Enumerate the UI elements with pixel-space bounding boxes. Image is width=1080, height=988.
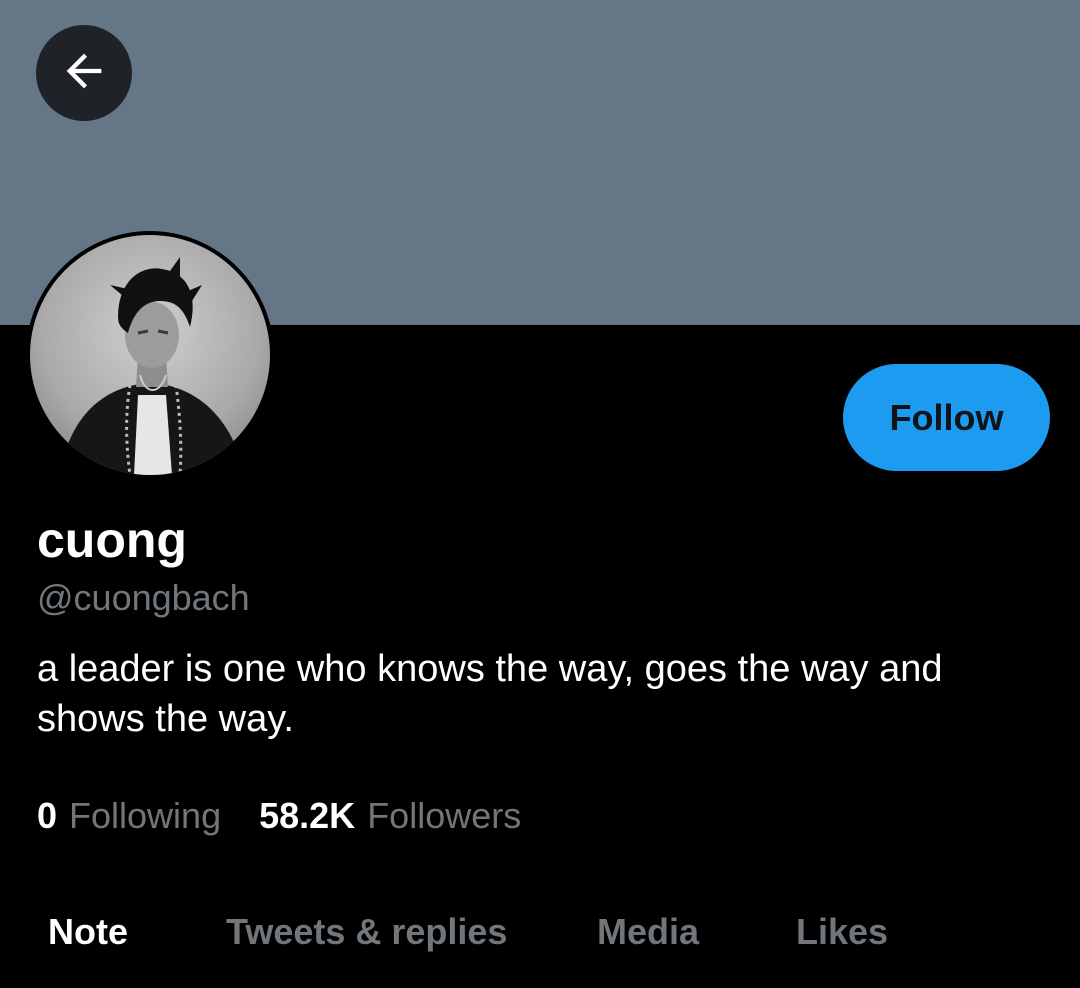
followers-label: Followers <box>367 795 522 836</box>
arrow-left-icon <box>58 45 110 102</box>
following-label: Following <box>69 795 222 836</box>
profile-screen: Follow cuong @cuongbach a leader is one … <box>0 0 1080 988</box>
display-name: cuong <box>37 512 187 568</box>
tab-likes[interactable]: Likes <box>796 908 888 956</box>
back-button[interactable] <box>36 25 132 121</box>
tab-note[interactable]: Note <box>48 908 128 956</box>
followers-link[interactable]: 58.2K Followers <box>259 794 521 838</box>
avatar-photo <box>30 235 270 475</box>
profile-stats: 0 Following 58.2K Followers <box>37 794 521 838</box>
following-link[interactable]: 0 Following <box>37 794 221 838</box>
followers-count: 58.2K <box>259 795 356 836</box>
profile-handle: @cuongbach <box>37 577 250 618</box>
follow-button[interactable]: Follow <box>843 364 1050 471</box>
profile-bio: a leader is one who knows the way, goes … <box>37 648 943 740</box>
following-count: 0 <box>37 795 58 836</box>
profile-tabs: Note Tweets & replies Media Likes <box>0 890 1080 976</box>
tab-tweets-replies[interactable]: Tweets & replies <box>226 908 507 956</box>
avatar[interactable] <box>26 231 274 479</box>
tab-media[interactable]: Media <box>597 908 699 956</box>
